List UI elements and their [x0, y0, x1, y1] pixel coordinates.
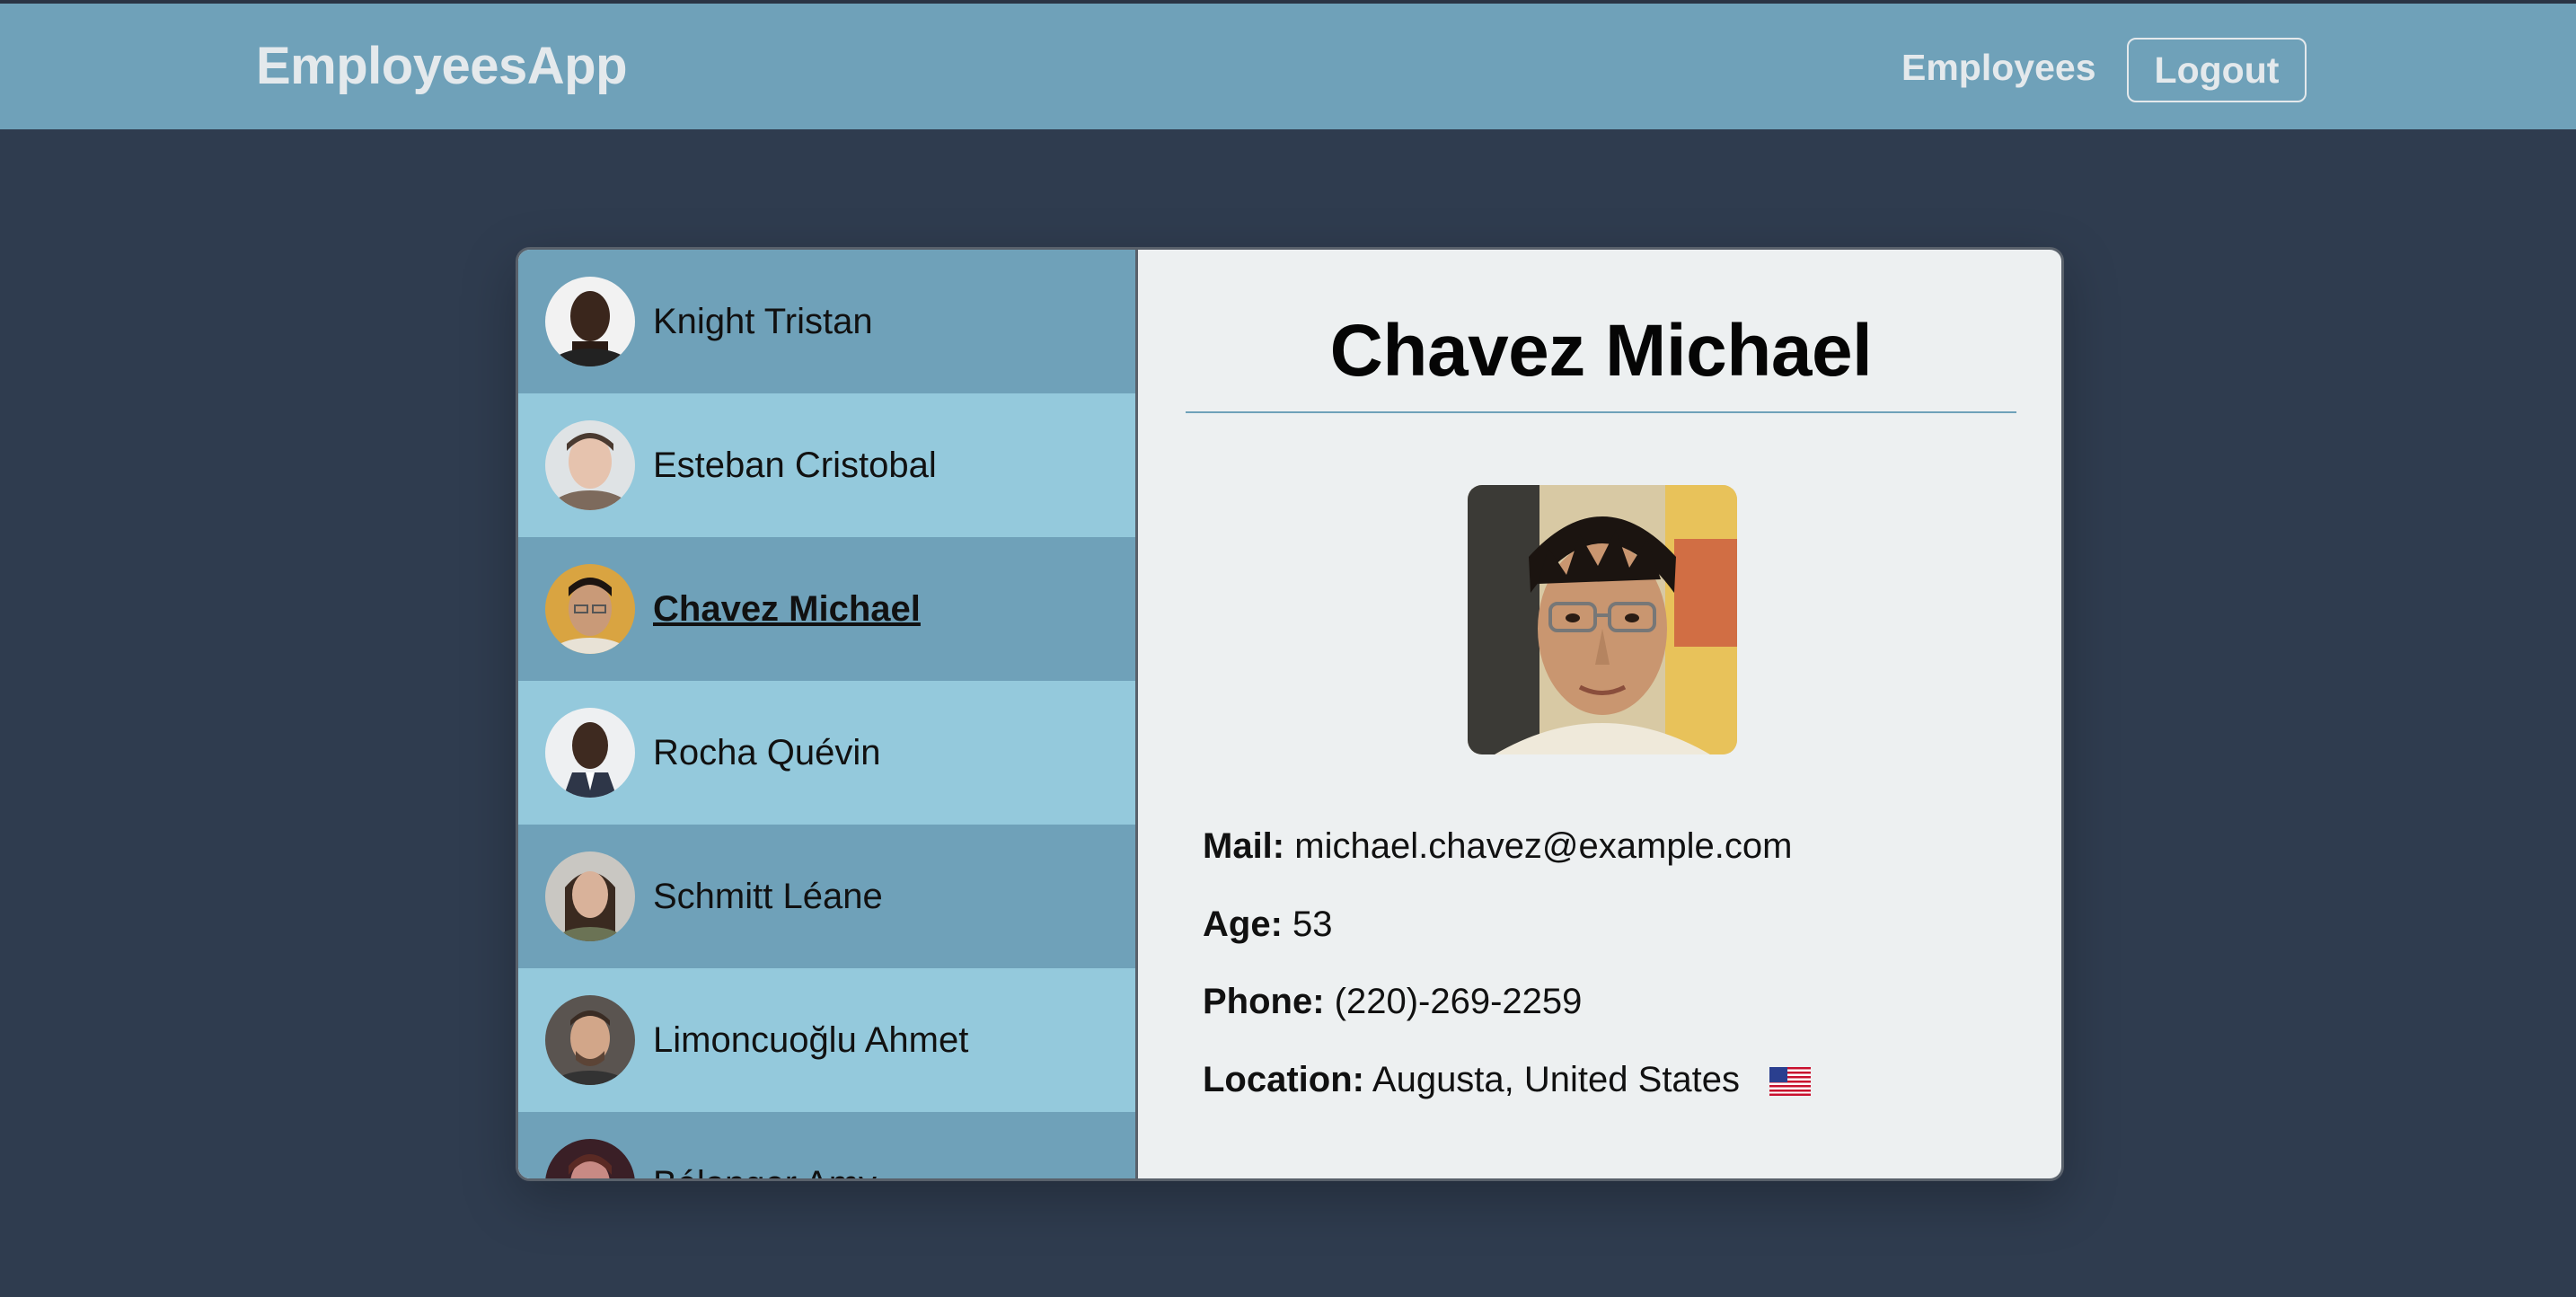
employee-name: Limoncuoğlu Ahmet	[653, 1019, 969, 1060]
employee-name: Bélanger Amy	[653, 1164, 877, 1179]
detail-title: Chavez Michael	[1329, 310, 1873, 392]
phone-value: (220)-269-2259	[1334, 982, 1583, 1021]
employee-avatar	[545, 420, 635, 510]
app-brand[interactable]: EmployeesApp	[256, 36, 628, 96]
location-label: Location:	[1203, 1060, 1364, 1099]
employee-card: Knight Tristan Esteban Cristobal Chavez …	[516, 247, 2064, 1181]
phone-label: Phone:	[1203, 982, 1325, 1021]
location-value: Augusta, United States	[1372, 1060, 1741, 1099]
employee-avatar	[545, 564, 635, 654]
phone-row: Phone: (220)-269-2259	[1203, 982, 1582, 1022]
employee-name: Rocha Quévin	[653, 732, 881, 772]
employee-name: Schmitt Léane	[653, 876, 883, 916]
employee-name: Esteban Cristobal	[653, 445, 937, 485]
employee-detail-panel: Chavez Michael Mail: michael.chavez@exam…	[1138, 250, 2061, 1178]
employee-avatar	[545, 708, 635, 798]
employee-photo	[1468, 485, 1737, 754]
employee-list-item[interactable]: Rocha Quévin	[518, 681, 1135, 825]
nav-employees-link[interactable]: Employees	[1901, 47, 2096, 89]
employee-avatar	[545, 277, 635, 366]
employee-list-item[interactable]: Limoncuoğlu Ahmet	[518, 968, 1135, 1112]
location-row: Location: Augusta, United States	[1203, 1060, 1812, 1100]
mail-label: Mail:	[1203, 826, 1285, 866]
age-value: 53	[1292, 904, 1333, 944]
employee-avatar	[545, 851, 635, 941]
employee-list[interactable]: Knight Tristan Esteban Cristobal Chavez …	[518, 250, 1138, 1179]
employee-list-item[interactable]: Schmitt Léane	[518, 825, 1135, 968]
top-navbar: EmployeesApp Employees Logout	[0, 0, 2576, 129]
employee-name: Knight Tristan	[653, 301, 873, 341]
mail-value: michael.chavez@example.com	[1294, 826, 1793, 866]
us-flag-icon	[1769, 1064, 1812, 1097]
employee-list-item[interactable]: Bélanger Amy	[518, 1112, 1135, 1179]
logout-button[interactable]: Logout	[2127, 38, 2307, 102]
age-row: Age: 53	[1203, 904, 1333, 945]
employee-list-item[interactable]: Esteban Cristobal	[518, 393, 1135, 537]
age-label: Age:	[1203, 904, 1283, 944]
employee-avatar	[545, 995, 635, 1085]
employee-list-item[interactable]: Knight Tristan	[518, 250, 1135, 393]
title-divider	[1186, 411, 2016, 413]
mail-row: Mail: michael.chavez@example.com	[1203, 826, 1792, 867]
employee-name: Chavez Michael	[653, 588, 921, 629]
employee-avatar	[545, 1139, 635, 1178]
employee-list-item-selected[interactable]: Chavez Michael	[518, 537, 1135, 681]
